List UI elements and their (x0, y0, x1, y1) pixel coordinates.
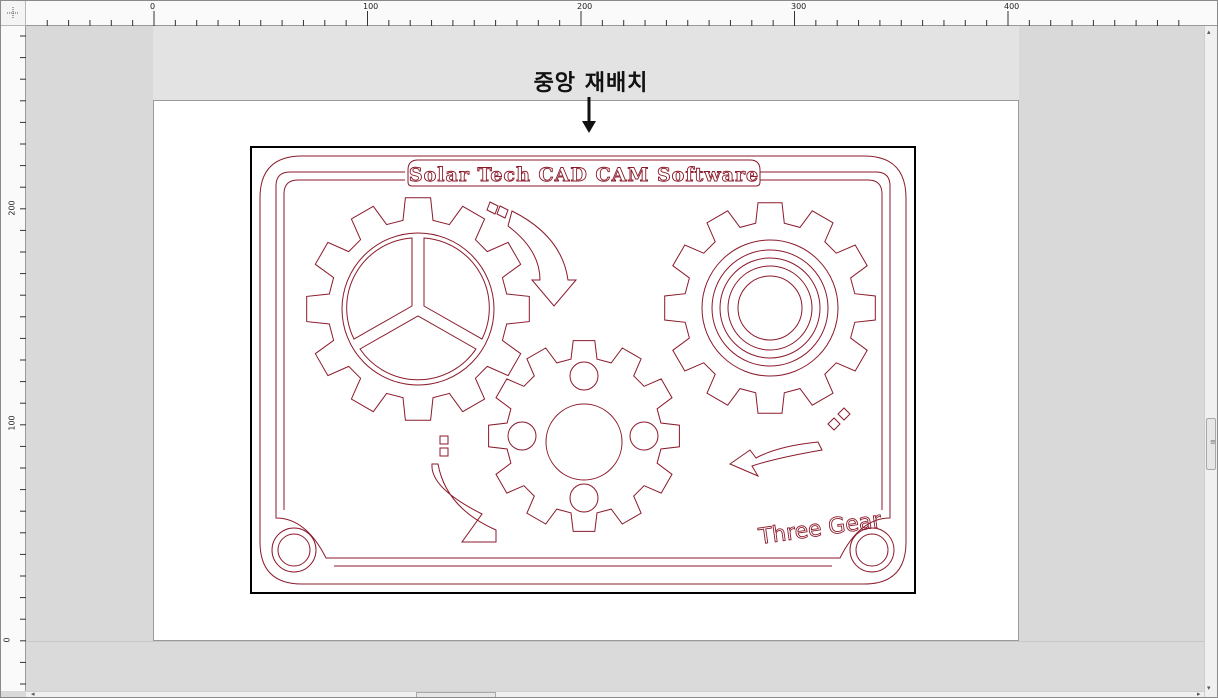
vertical-scrollbar[interactable]: ≡ (1204, 26, 1217, 697)
scroll-down-icon[interactable]: ▾ (1207, 684, 1211, 692)
ruler-label: 0 (2, 637, 12, 643)
design-title: Solar Tech CAD CAM Software (409, 164, 759, 186)
crosshair-icon (7, 7, 19, 19)
horizontal-ruler[interactable]: 0 100 200 300 400 (26, 1, 1198, 26)
ruler-label: 100 (363, 2, 379, 11)
scroll-up-icon[interactable]: ▴ (1207, 28, 1211, 36)
cad-workspace: 0 100 200 300 400 200 100 0 중앙 재배치 Solar… (0, 0, 1218, 698)
ruler-label: 100 (7, 415, 17, 431)
ruler-corner[interactable] (1, 1, 26, 26)
center-reposition-label: 중앙 재배치 (533, 71, 649, 96)
ruler-label: 0 (150, 2, 156, 11)
vertical-ruler[interactable]: 200 100 0 (1, 26, 26, 691)
ruler-label: 200 (7, 200, 17, 216)
ruler-label: 200 (577, 2, 593, 11)
scroll-right-icon[interactable]: ▸ (1197, 690, 1201, 697)
page-bottom-band (26, 641, 1204, 692)
down-arrow-icon (582, 97, 596, 133)
horizontal-scrollbar[interactable] (26, 691, 1204, 697)
ruler-label: 400 (1004, 2, 1020, 11)
scroll-left-icon[interactable]: ◂ (31, 690, 35, 697)
ruler-label: 300 (791, 2, 807, 11)
horizontal-scroll-thumb[interactable] (416, 692, 496, 697)
ruler-end (1198, 1, 1217, 26)
gear-design[interactable]: Solar Tech CAD CAM Software Three Gear (250, 146, 916, 594)
vertical-scroll-thumb[interactable]: ≡ (1206, 418, 1216, 470)
